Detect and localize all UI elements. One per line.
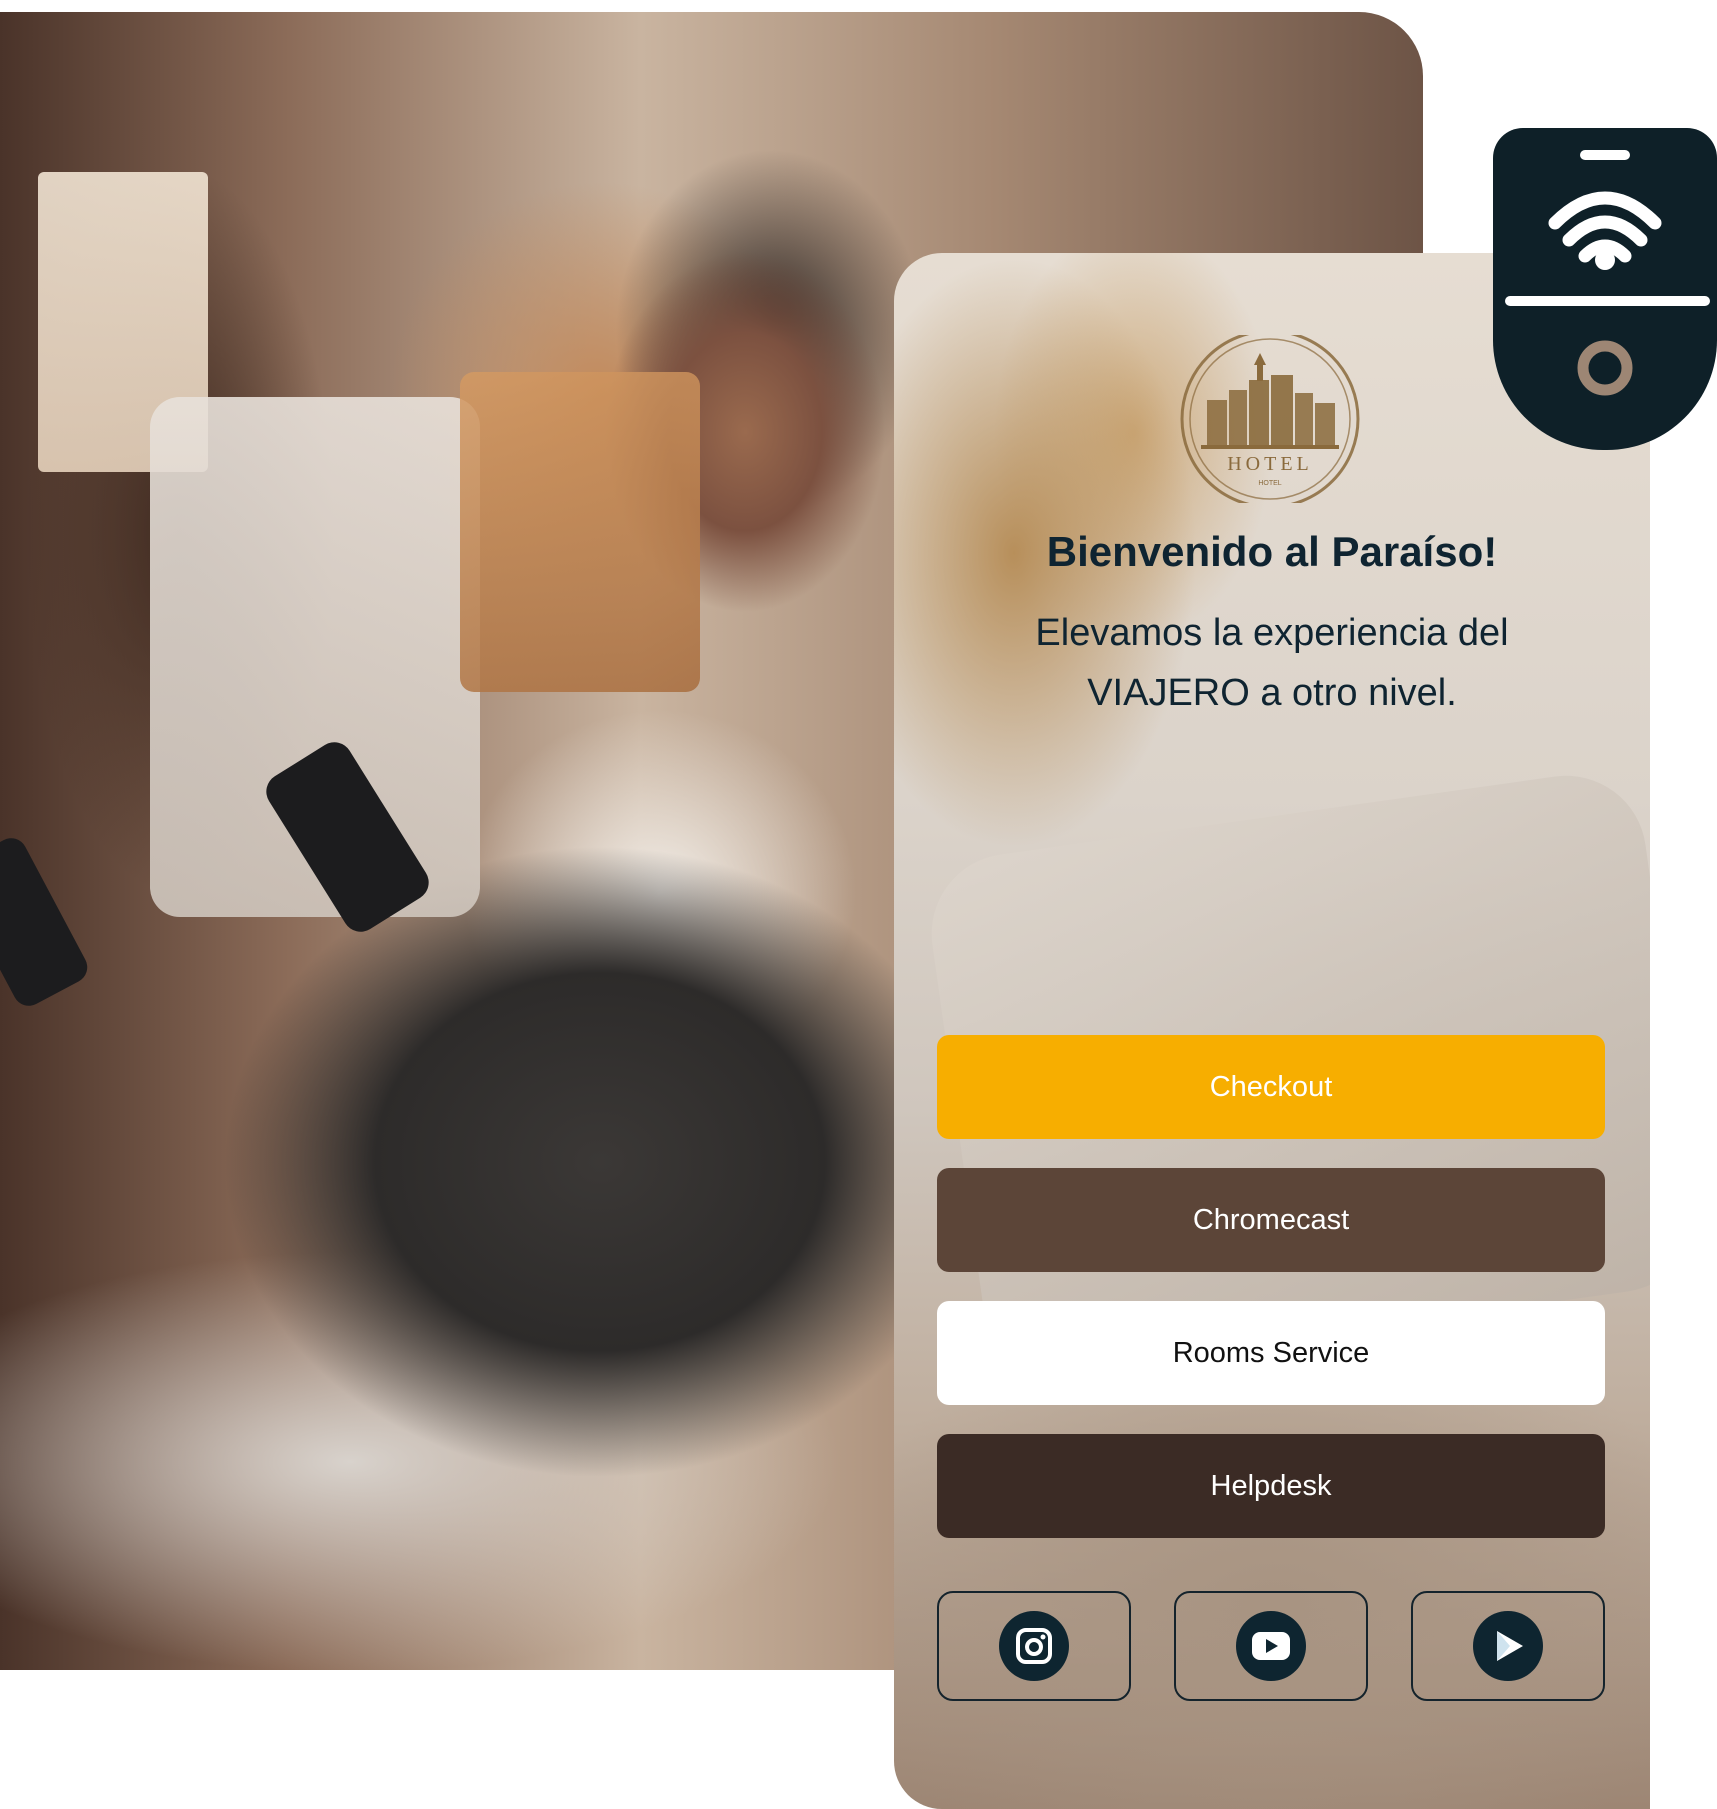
logo-subtext: HOTEL [1258,480,1281,487]
youtube-icon [1236,1611,1306,1681]
phone-mockup: HOTEL HOTEL Bienvenido al Paraíso! Eleva… [894,253,1650,1809]
welcome-subtitle: Elevamos la experiencia del VIAJERO a ot… [1035,612,1509,714]
welcome-title: Bienvenido al Paraíso! [1046,528,1498,575]
play-store-button[interactable] [1411,1591,1605,1701]
headboard [460,372,700,692]
wifi-icon [1505,150,1710,396]
logo-text: HOTEL [1227,453,1313,475]
play-store-icon [1473,1611,1543,1681]
smartphone-icon [0,832,93,1012]
checkout-button[interactable]: Checkout [937,1035,1605,1139]
instagram-button[interactable] [937,1591,1131,1701]
chromecast-button[interactable]: Chromecast [937,1168,1605,1272]
instagram-icon [999,1611,1069,1681]
helpdesk-button[interactable]: Helpdesk [937,1434,1605,1538]
youtube-button[interactable] [1174,1591,1368,1701]
wifi-badge [1493,128,1717,450]
rooms-service-button[interactable]: Rooms Service [937,1301,1605,1405]
hotel-logo-icon: HOTEL HOTEL [1180,335,1360,503]
